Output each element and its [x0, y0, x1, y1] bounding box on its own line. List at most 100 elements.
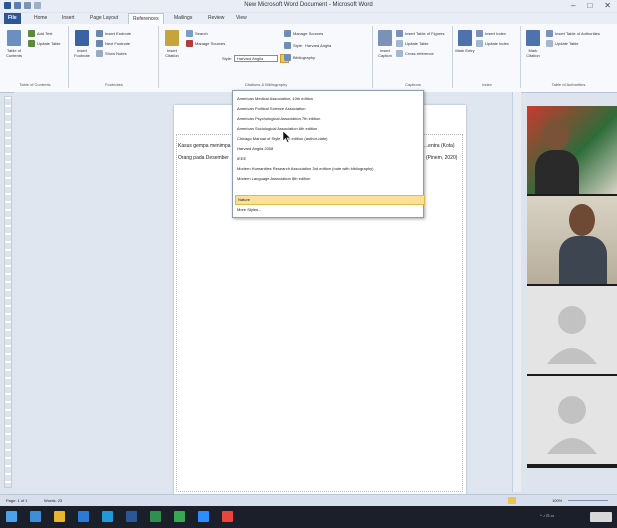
ribbon-tabs: File Home Insert Page Layout References … — [0, 13, 617, 24]
style-option[interactable]: American Sociological Association 6th ed… — [235, 124, 423, 133]
style-option[interactable]: Modern Humanities Research Association 3… — [235, 164, 423, 173]
pdf-icon[interactable] — [222, 511, 233, 522]
participant-video-1[interactable] — [527, 106, 617, 194]
file-explorer-icon[interactable] — [54, 511, 65, 522]
tab-page-layout[interactable]: Page Layout — [86, 13, 122, 24]
manage-sources-icon — [186, 40, 193, 47]
citation-icon — [165, 30, 179, 46]
clock[interactable] — [590, 512, 612, 522]
vertical-scrollbar[interactable] — [512, 92, 521, 492]
bibliography-icon — [284, 54, 291, 61]
document-line-2-right: (Pinem, 2020) — [426, 155, 458, 161]
caption-icon — [378, 30, 392, 46]
add-text-button[interactable]: Add Text — [28, 30, 53, 37]
tab-view[interactable]: View — [232, 13, 251, 24]
close-button[interactable]: ✕ — [604, 1, 611, 10]
cross-reference-button[interactable]: Cross-reference — [396, 50, 434, 57]
group-label: Citations & Bibliography — [244, 82, 288, 87]
participant-face — [543, 120, 569, 150]
participant-placeholder-2[interactable] — [527, 376, 617, 464]
zoom-app-icon[interactable] — [198, 511, 209, 522]
update-index-icon — [476, 40, 483, 47]
footnote-icon — [75, 30, 89, 46]
title-bar: New Microsoft Word Document - Microsoft … — [0, 0, 617, 12]
maximize-button[interactable]: □ — [587, 1, 592, 10]
excel-icon[interactable] — [150, 511, 161, 522]
style-option-selected[interactable]: Nature — [235, 195, 425, 205]
manage-sources-button-2[interactable]: Manage Sources — [284, 30, 323, 37]
insert-footnote-big-button[interactable]: Insert Footnote — [72, 30, 92, 58]
toa-icon — [546, 30, 553, 37]
insert-caption-button[interactable]: Insert Caption — [376, 30, 394, 58]
search-icon — [186, 30, 193, 37]
style-icon — [284, 42, 291, 49]
word-count[interactable]: Words: 23 — [44, 498, 62, 503]
style-option[interactable]: American Psychological Association 7th e… — [235, 114, 423, 123]
update-table-icon — [28, 40, 35, 47]
zoom-slider[interactable] — [568, 500, 608, 501]
group-label: Table of Authorities — [551, 82, 586, 87]
video-call-panel — [527, 106, 617, 468]
group-captions: Insert Caption Insert Table of Figures U… — [374, 26, 453, 88]
zoom-level[interactable]: 100% — [552, 498, 562, 503]
group-index: Mark Entry Insert Index Update Index Ind… — [454, 26, 521, 88]
browser-icon[interactable] — [78, 511, 89, 522]
manage-sources-button[interactable]: Manage Sources — [186, 40, 225, 47]
minimize-button[interactable]: – — [571, 1, 575, 10]
edge-icon[interactable] — [102, 511, 113, 522]
tab-mailings[interactable]: Mailings — [170, 13, 196, 24]
print-layout-icon[interactable] — [508, 497, 516, 504]
tab-references[interactable]: References — [128, 13, 164, 24]
document-line-2-left: Orang pada Desember — [178, 155, 229, 161]
word-icon[interactable] — [126, 511, 137, 522]
insert-endnote-button[interactable]: Insert Endnote — [96, 30, 131, 37]
style-option[interactable]: Harvard Anglia 2008 — [235, 144, 423, 153]
system-tray[interactable]: ^ ♪ ⊡ ▭ — [540, 513, 554, 518]
style-option[interactable]: American Political Science Association — [235, 104, 423, 113]
group-footnotes: Insert Footnote Insert Endnote Next Foot… — [70, 26, 159, 88]
next-footnote-icon — [96, 40, 103, 47]
update-table-captions-button[interactable]: Update Table — [396, 40, 429, 47]
insert-index-button[interactable]: Insert Index — [476, 30, 506, 37]
insert-table-of-figures-button[interactable]: Insert Table of Figures — [396, 30, 445, 37]
tab-file[interactable]: File — [4, 13, 21, 24]
user-avatar-icon — [547, 396, 597, 454]
participant-video-2[interactable] — [527, 196, 617, 284]
insert-citation-button[interactable]: Insert Citation — [162, 30, 182, 58]
mark-entry-button[interactable]: Mark Entry — [455, 30, 475, 53]
taskview-icon[interactable] — [30, 511, 41, 522]
page-count[interactable]: Page: 1 of 1 — [6, 498, 28, 503]
chrome-icon[interactable] — [174, 511, 185, 522]
participant-placeholder-1[interactable] — [527, 286, 617, 374]
style-label-right[interactable]: Style: Harvard Anglia — [284, 42, 331, 49]
style-option[interactable]: Modern Language Association 8th edition — [235, 174, 423, 183]
update-table-button[interactable]: Update Table — [28, 40, 61, 47]
document-line-1-right: ...entra (Kota) — [424, 143, 455, 149]
cross-reference-icon — [396, 50, 403, 57]
style-combo-value[interactable]: Harvard Anglia — [234, 55, 279, 62]
group-label: Index — [482, 82, 492, 87]
style-option[interactable]: IEEE — [235, 154, 423, 163]
mark-citation-button[interactable]: Mark Citation — [524, 30, 542, 58]
citation-style-dropdown[interactable]: American Medical Association, 10th editi… — [232, 90, 425, 218]
style-selector[interactable]: Style: Harvard Anglia — [222, 54, 290, 63]
more-styles-option[interactable]: More Styles... — [235, 205, 423, 214]
start-icon[interactable] — [6, 511, 17, 522]
style-option[interactable]: Chicago Manual of Style, 17th edition (a… — [235, 134, 423, 143]
next-footnote-button[interactable]: Next Footnote — [96, 40, 130, 47]
insert-toa-button[interactable]: Insert Table of Authorities — [546, 30, 600, 37]
bibliography-button[interactable]: Bibliography — [284, 54, 315, 61]
table-of-contents-button[interactable]: Table of Contents — [4, 30, 24, 58]
update-index-button[interactable]: Update Index — [476, 40, 509, 47]
tab-home[interactable]: Home — [30, 13, 51, 24]
endnote-icon — [96, 30, 103, 37]
tab-review[interactable]: Review — [204, 13, 228, 24]
book-icon — [284, 30, 291, 37]
table-of-contents-icon — [7, 30, 21, 46]
taskbar: ^ ♪ ⊡ ▭ — [0, 506, 617, 528]
tab-insert[interactable]: Insert — [58, 13, 79, 24]
show-notes-button[interactable]: Show Notes — [96, 50, 127, 57]
search-button[interactable]: Search — [186, 30, 208, 37]
update-toa-button[interactable]: Update Table — [546, 40, 579, 47]
style-option[interactable]: American Medical Association, 10th editi… — [235, 94, 423, 103]
